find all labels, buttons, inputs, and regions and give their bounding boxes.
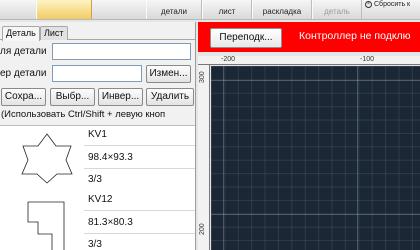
part-size: 81.3×80.3: [88, 217, 133, 228]
toolbar-button-active[interactable]: [36, 0, 92, 19]
layout-canvas[interactable]: [211, 66, 420, 250]
controller-status-bar: Переподк... Контроллер не подклю: [198, 22, 420, 52]
list-item[interactable]: KV12 81.3×80.3 3/3: [0, 192, 195, 250]
reset-label: Сбросить к: [374, 1, 411, 8]
part-name: KV1: [88, 129, 107, 140]
delete-button[interactable]: Удалить: [146, 88, 194, 106]
horizontal-ruler: -200 -100: [198, 56, 420, 65]
invert-button[interactable]: Инвер...: [98, 88, 143, 106]
canvas-grid: [211, 66, 420, 250]
part-panel: Деталь Лист ля детали ер детали Измен...…: [0, 22, 196, 250]
ruler-label: -100: [360, 56, 375, 63]
reset-button[interactable]: × Сбросить к: [362, 0, 420, 19]
panel-tabs: Деталь Лист: [0, 26, 195, 41]
tab-part[interactable]: Деталь: [2, 26, 40, 41]
stepped-shape-icon: [27, 201, 65, 250]
list-item[interactable]: KV1 98.4×93.3 3/3: [0, 126, 195, 192]
top-toolbar: детали лист раскладка деталь × Сбросить …: [0, 0, 420, 20]
toolbar-button-parts[interactable]: детали: [146, 0, 202, 19]
part-count: 3/3: [88, 174, 102, 185]
parts-list: KV1 98.4×93.3 3/3 KV12 81.3×80.3 3/3: [0, 125, 195, 250]
part-size: 98.4×93.3: [88, 152, 133, 163]
ruler-label: -200: [221, 56, 236, 63]
part-number-row: ер детали Измен...: [0, 65, 195, 83]
part-name-input[interactable]: [52, 43, 191, 60]
toolbar-button-sheet[interactable]: лист: [202, 0, 252, 19]
selection-hint: (Использовать Ctrl/Shift + левую кноп: [1, 109, 166, 120]
part-name-row: ля детали: [0, 43, 195, 61]
reconnect-button[interactable]: Переподк...: [210, 28, 282, 48]
part-number-input[interactable]: [52, 65, 142, 82]
reset-icon: ×: [365, 1, 372, 8]
part-count: 3/3: [88, 239, 102, 250]
ruler-label: 200: [199, 223, 206, 235]
part-name-label: ля детали: [0, 46, 47, 57]
ruler-label: 300: [199, 71, 206, 83]
status-message: Контроллер не подклю: [299, 30, 411, 42]
select-button[interactable]: Выбр...: [50, 88, 95, 106]
vertical-ruler: 300 200: [198, 65, 210, 250]
part-name: KV12: [88, 194, 113, 205]
tab-sheet[interactable]: Лист: [40, 26, 68, 40]
toolbar-button-part[interactable]: деталь: [312, 0, 362, 19]
part-number-label: ер детали: [0, 68, 47, 79]
toolbar-button-layout[interactable]: раскладка: [252, 0, 312, 19]
save-button[interactable]: Сохра...: [1, 88, 46, 106]
star-shape-icon: [21, 133, 73, 184]
change-button[interactable]: Измен...: [146, 65, 191, 83]
